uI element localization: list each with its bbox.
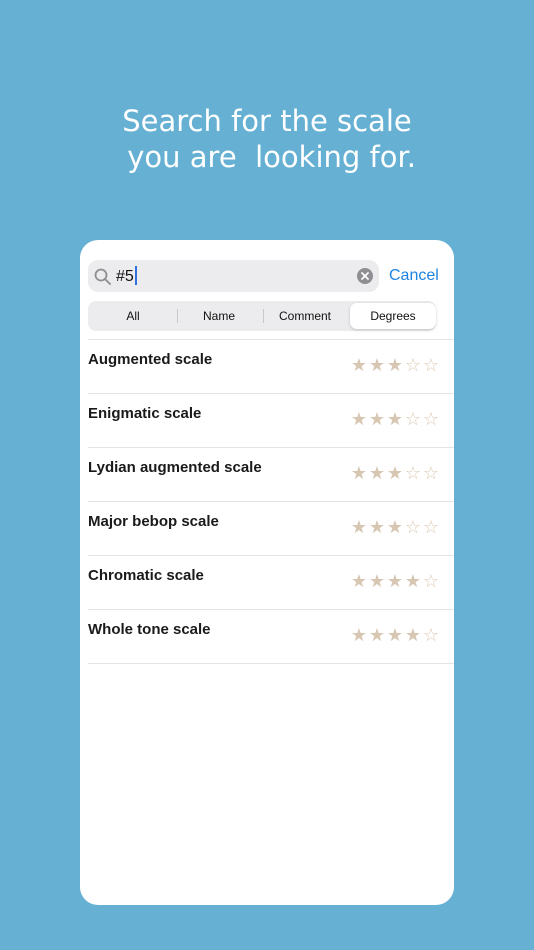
star-filled-icon: ★ xyxy=(386,571,404,592)
star-filled-icon: ★ xyxy=(386,463,404,484)
list-item[interactable]: Augmented scale ★ ★ ★ ☆ ☆ xyxy=(88,339,454,393)
list-item[interactable]: Whole tone scale ★ ★ ★ ★ ☆ xyxy=(88,609,454,664)
star-filled-icon: ★ xyxy=(350,625,368,646)
scale-name: Whole tone scale xyxy=(88,621,211,638)
star-empty-icon: ☆ xyxy=(404,355,422,376)
headline-line-1: Search for the scale xyxy=(122,104,412,138)
star-filled-icon: ★ xyxy=(368,571,386,592)
star-filled-icon: ★ xyxy=(368,409,386,430)
rating-stars: ★ ★ ★ ☆ ☆ xyxy=(350,410,440,430)
rating-stars: ★ ★ ★ ☆ ☆ xyxy=(350,464,440,484)
scale-name: Augmented scale xyxy=(88,351,213,368)
star-filled-icon: ★ xyxy=(368,625,386,646)
star-filled-icon: ★ xyxy=(350,463,368,484)
star-empty-icon: ☆ xyxy=(404,463,422,484)
scale-name: Lydian augmented scale xyxy=(88,459,262,476)
star-empty-icon: ☆ xyxy=(404,517,422,538)
star-filled-icon: ★ xyxy=(404,571,422,592)
star-filled-icon: ★ xyxy=(368,463,386,484)
search-input-value: #5 xyxy=(116,268,134,285)
clear-icon[interactable] xyxy=(357,268,373,284)
list-item[interactable]: Chromatic scale ★ ★ ★ ★ ☆ xyxy=(88,555,454,609)
star-empty-icon: ☆ xyxy=(422,571,440,592)
star-filled-icon: ★ xyxy=(350,355,368,376)
list-item[interactable]: Enigmatic scale ★ ★ ★ ☆ ☆ xyxy=(88,393,454,447)
segment-degrees[interactable]: Degrees xyxy=(350,303,436,329)
star-filled-icon: ★ xyxy=(386,409,404,430)
rating-stars: ★ ★ ★ ☆ ☆ xyxy=(350,356,440,376)
star-empty-icon: ☆ xyxy=(404,409,422,430)
star-filled-icon: ★ xyxy=(368,517,386,538)
star-filled-icon: ★ xyxy=(404,625,422,646)
star-empty-icon: ☆ xyxy=(422,517,440,538)
headline: Search for the scale you are looking for… xyxy=(0,103,534,175)
rating-stars: ★ ★ ★ ☆ ☆ xyxy=(350,518,440,538)
segment-all[interactable]: All xyxy=(90,303,176,329)
search-bar: #5 Cancel xyxy=(88,260,446,292)
filter-segmented-control: All Name Comment Degrees xyxy=(88,301,436,331)
list-item[interactable]: Lydian augmented scale ★ ★ ★ ☆ ☆ xyxy=(88,447,454,501)
star-filled-icon: ★ xyxy=(350,517,368,538)
star-filled-icon: ★ xyxy=(386,355,404,376)
search-field[interactable]: #5 xyxy=(88,260,379,292)
star-empty-icon: ☆ xyxy=(422,463,440,484)
segment-comment[interactable]: Comment xyxy=(262,303,348,329)
scale-name: Enigmatic scale xyxy=(88,405,202,422)
search-input[interactable]: #5 xyxy=(116,266,137,287)
rating-stars: ★ ★ ★ ★ ☆ xyxy=(350,626,440,646)
star-filled-icon: ★ xyxy=(350,409,368,430)
star-filled-icon: ★ xyxy=(386,625,404,646)
list-item[interactable]: Major bebop scale ★ ★ ★ ☆ ☆ xyxy=(88,501,454,555)
rating-stars: ★ ★ ★ ★ ☆ xyxy=(350,572,440,592)
headline-line-2: you are looking for. xyxy=(118,140,416,174)
search-icon xyxy=(94,268,111,285)
segment-name[interactable]: Name xyxy=(176,303,262,329)
star-empty-icon: ☆ xyxy=(422,409,440,430)
star-empty-icon: ☆ xyxy=(422,625,440,646)
star-filled-icon: ★ xyxy=(350,571,368,592)
results-list: Augmented scale ★ ★ ★ ☆ ☆ Enigmatic scale ★ ★… xyxy=(88,339,454,664)
star-empty-icon: ☆ xyxy=(422,355,440,376)
search-panel: #5 Cancel All Name Comment Degrees Augme… xyxy=(80,240,454,905)
text-caret xyxy=(134,266,137,285)
star-filled-icon: ★ xyxy=(386,517,404,538)
scale-name: Chromatic scale xyxy=(88,567,204,584)
star-filled-icon: ★ xyxy=(368,355,386,376)
scale-name: Major bebop scale xyxy=(88,513,219,530)
cancel-button[interactable]: Cancel xyxy=(389,266,439,286)
